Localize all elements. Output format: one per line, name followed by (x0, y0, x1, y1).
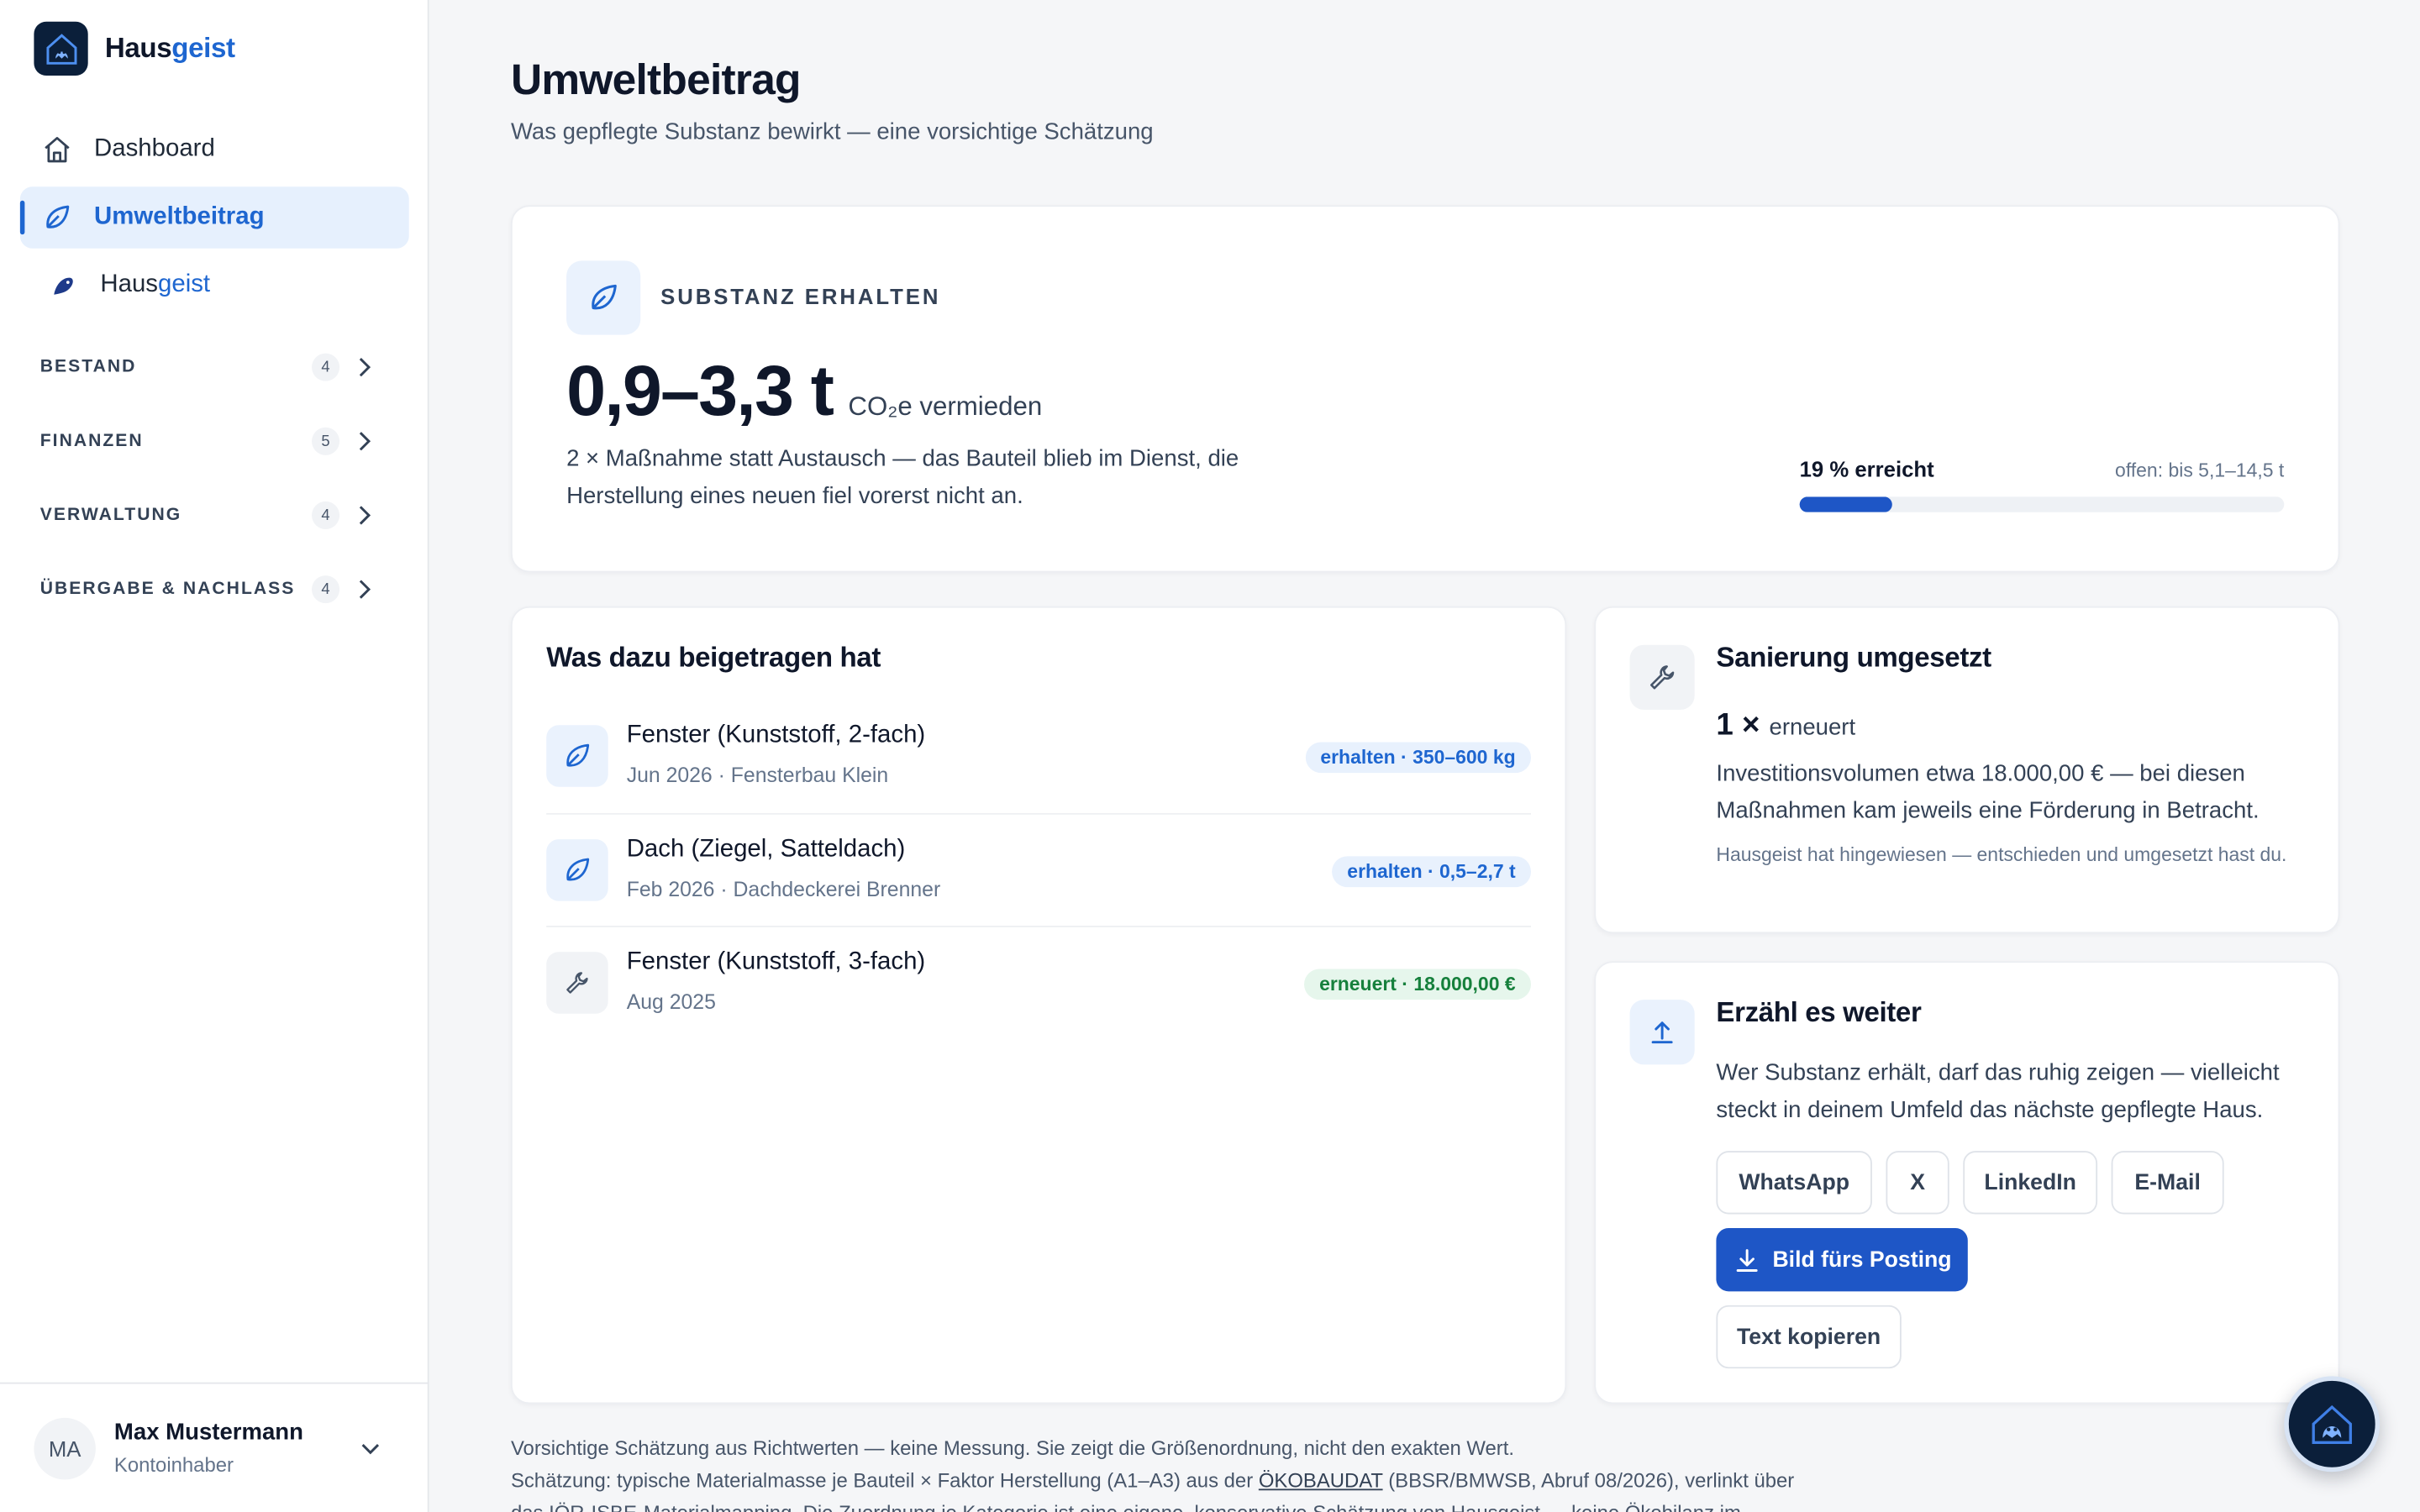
page-title: Umweltbeitrag (510, 55, 802, 104)
copy-text-button[interactable]: Text kopieren (1716, 1305, 1902, 1369)
main-nav: Dashboard Umweltbeitrag Hausgeist (19, 118, 409, 322)
progress-open: offen: bis 5,1–14,5 t (2115, 459, 2285, 482)
list-item[interactable]: Fenster (Kunststoff, 3-fach) Aug 2025 er… (546, 927, 1532, 1041)
progress-block: 19 % erreicht offen: bis 5,1–14,5 t (1799, 456, 2285, 512)
nav-item-umweltbeitrag[interactable]: Umweltbeitrag (19, 186, 409, 249)
nav-group-verwaltung[interactable]: VERWALTUNG 4 (40, 496, 383, 533)
count-value: 1 × (1716, 708, 1760, 743)
footnote-line: Schätzung: typische Materialmasse je Bau… (510, 1468, 1795, 1493)
share-card: Erzähl es weiter Wer Substanz erhält, da… (1594, 961, 2340, 1404)
renovation-description: Investitionsvolumen etwa 18.000,00 € — b… (1716, 760, 2260, 824)
chevron-right-icon (359, 580, 371, 599)
brand-name: Hausgeist (104, 32, 235, 64)
brand[interactable]: Hausgeist (34, 21, 235, 76)
group-label: ÜBERGABE & NACHLASS (39, 580, 296, 599)
footnote-line: Vorsichtige Schätzung aus Richtwerten — … (510, 1436, 1515, 1460)
sidebar: Hausgeist Dashboard Umweltbeitrag Hausge… (0, 0, 429, 1512)
co2-unit: CO₂e vermieden (848, 391, 1043, 422)
chevron-right-icon (359, 432, 371, 451)
card-title: Erzähl es weiter (1716, 996, 1922, 1028)
assistant-fab-button[interactable] (2284, 1376, 2381, 1473)
item-subtitle: Aug 2025 (626, 990, 716, 1014)
nav-group-finanzen[interactable]: FINANZEN 5 (40, 423, 383, 459)
status-badge: erneuert · 18.000,00 € (1303, 969, 1532, 1000)
nav-group-uebergabe-nachlass[interactable]: ÜBERGABE & NACHLASS 4 (40, 571, 383, 608)
group-label: VERWALTUNG (39, 506, 182, 525)
item-title: Dach (Ziegel, Satteldach) (626, 835, 906, 862)
nav-label: Dashboard (94, 135, 215, 162)
user-menu[interactable]: MA Max Mustermann Kontoinhaber (0, 1382, 429, 1512)
hero-description: 2 × Maßnahme statt Austausch — das Baute… (566, 445, 1239, 510)
button-label: Bild fürs Posting (1772, 1247, 1952, 1273)
upload-icon (1629, 1000, 1695, 1065)
co2-value: 0,9–3,3 t CO₂e vermieden (566, 349, 1042, 432)
list-item[interactable]: Dach (Ziegel, Satteldach) Feb 2026 · Dac… (546, 814, 1532, 927)
nav-label: Umweltbeitrag (94, 203, 265, 230)
share-linkedin-button[interactable]: LinkedIn (1963, 1151, 2098, 1215)
nav-label: Hausgeist (100, 271, 211, 298)
share-description: Wer Substanz erhält, darf das ruhig zeig… (1716, 1059, 2280, 1124)
item-subtitle: Feb 2026 · Dachdeckerei Brenner (626, 877, 941, 900)
footnote-line: das IÖR-ISBE-Materialmapping. Die Zuordn… (511, 1497, 1839, 1512)
renovation-count: 1 × erneuert (1716, 708, 1855, 743)
nav-item-hausgeist[interactable]: Hausgeist (20, 255, 409, 316)
share-whatsapp-button[interactable]: WhatsApp (1716, 1151, 1872, 1215)
progress-bar (1799, 496, 2285, 512)
group-count-badge: 4 (312, 575, 340, 604)
contributions-card: Was dazu beigetragen hat Fenster (Kunsts… (510, 606, 1567, 1404)
renovation-card: Sanierung umgesetzt 1 × erneuert Investi… (1594, 606, 2340, 934)
card-eyebrow: SUBSTANZ ERHALTEN (660, 283, 941, 309)
download-icon (1735, 1248, 1757, 1272)
home-icon (42, 134, 73, 165)
leaf-icon (566, 260, 641, 335)
group-count-badge: 4 (312, 501, 340, 529)
wrench-icon (546, 952, 608, 1014)
chevron-right-icon (359, 357, 371, 377)
avatar: MA (34, 1417, 96, 1480)
user-role: Kontoinhaber (113, 1453, 234, 1477)
list-item[interactable]: Fenster (Kunststoff, 2-fach) Jun 2026 · … (546, 701, 1532, 814)
ghost-assistant-icon (2312, 1404, 2352, 1444)
group-label: BESTAND (39, 358, 137, 377)
nav-group-bestand[interactable]: BESTAND 4 (40, 349, 383, 386)
chevron-right-icon (359, 506, 371, 525)
ghost-icon (48, 270, 79, 301)
contribution-list: Fenster (Kunststoff, 2-fach) Jun 2026 · … (546, 701, 1532, 1041)
card-title: Was dazu beigetragen hat (546, 642, 881, 673)
group-count-badge: 5 (312, 427, 340, 455)
count-unit: erneuert (1769, 714, 1856, 741)
hausgeist-logo-icon (34, 21, 88, 76)
chevron-down-icon[interactable] (358, 1436, 382, 1461)
group-count-badge: 4 (312, 353, 340, 381)
renovation-note: Hausgeist hat hingewiesen — entschieden … (1716, 843, 2287, 866)
substance-summary-card: SUBSTANZ ERHALTEN 0,9–3,3 t CO₂e vermied… (510, 205, 2340, 573)
card-title: Sanierung umgesetzt (1716, 642, 1991, 673)
leaf-icon (546, 838, 608, 900)
progress-fill (1799, 496, 1892, 512)
user-name: Max Mustermann (113, 1419, 303, 1446)
page-subtitle: Was gepflegte Substanz bewirkt — eine vo… (510, 118, 1154, 145)
progress-label: 19 % erreicht (1799, 456, 1934, 482)
leaf-icon (42, 202, 73, 234)
share-x-button[interactable]: X (1886, 1151, 1949, 1215)
nav-item-dashboard[interactable]: Dashboard (20, 118, 409, 180)
wrench-icon (1629, 644, 1695, 710)
status-badge: erhalten · 350–600 kg (1304, 742, 1532, 774)
item-subtitle: Jun 2026 · Fensterbau Klein (626, 764, 889, 787)
co2-amount: 0,9–3,3 t (566, 349, 834, 431)
share-email-button[interactable]: E-Mail (2111, 1151, 2224, 1215)
item-title: Fenster (Kunststoff, 3-fach) (626, 948, 926, 975)
oekobaudat-link[interactable]: ÖKOBAUDAT (1259, 1469, 1383, 1493)
download-image-button[interactable]: Bild fürs Posting (1716, 1228, 1968, 1292)
item-title: Fenster (Kunststoff, 2-fach) (626, 722, 926, 748)
group-label: FINANZEN (39, 432, 144, 451)
estimation-footnote: Vorsichtige Schätzung aus Richtwerten — … (511, 1431, 1839, 1512)
status-badge: erhalten · 0,5–2,7 t (1331, 855, 1532, 887)
leaf-icon (546, 725, 608, 787)
